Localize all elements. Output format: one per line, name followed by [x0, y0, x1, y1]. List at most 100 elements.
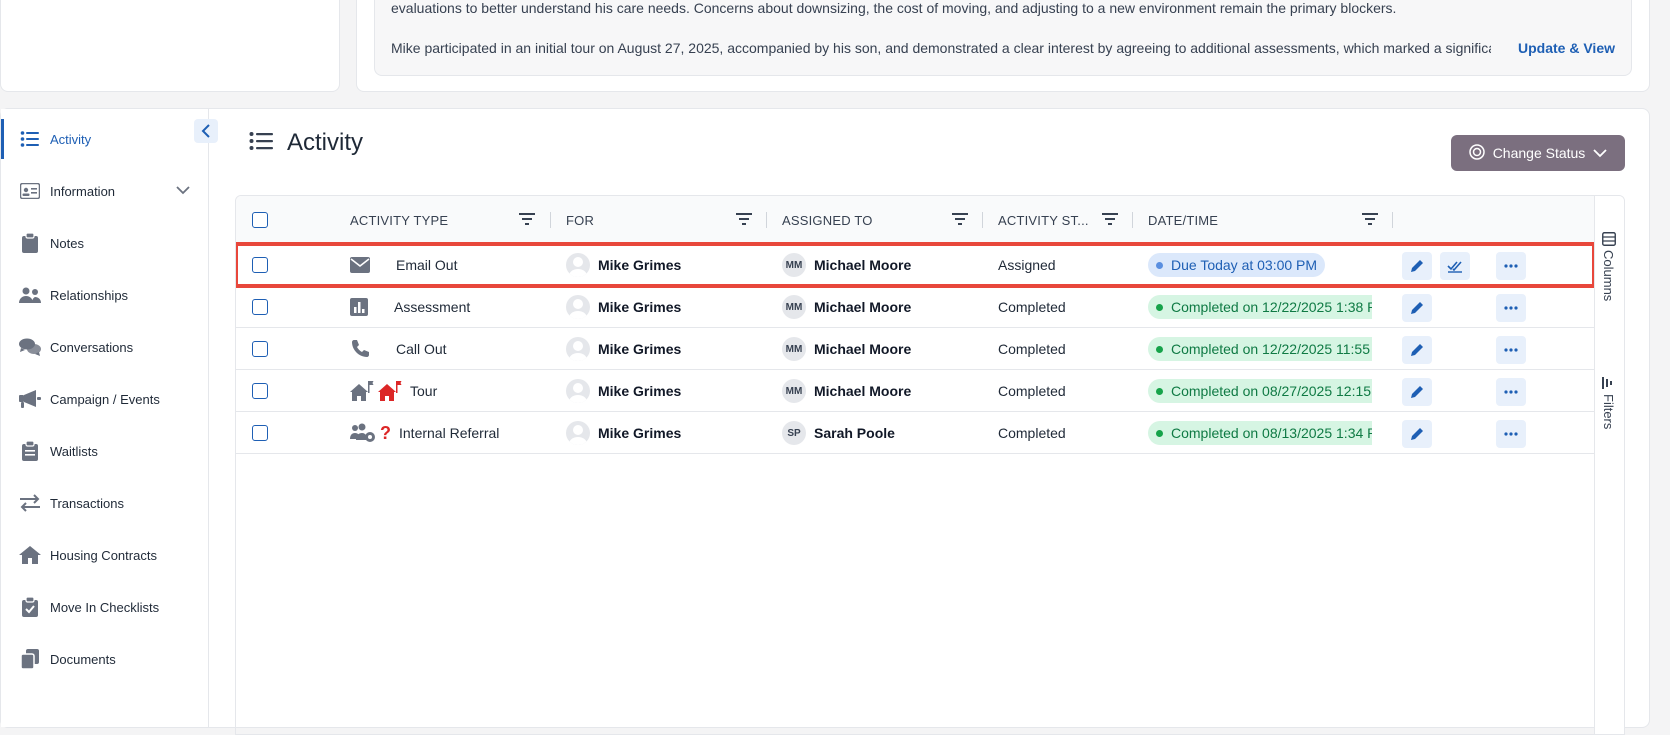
column-header-activity-status[interactable]: ACTIVITY ST... [998, 196, 1089, 244]
sidebar-item-label: Waitlists [50, 443, 98, 459]
column-header-for[interactable]: FOR [566, 196, 594, 244]
sidebar-item-campaign-events[interactable]: Campaign / Events [1, 379, 208, 419]
list-icon [19, 128, 41, 150]
filters-panel-button[interactable]: Filters [1601, 376, 1616, 429]
assigned-to-cell[interactable]: MM Michael Moore [782, 286, 911, 328]
table-row[interactable]: Assessment Mike Grimes MM Michael Moore … [236, 286, 1594, 328]
avatar: MM [782, 337, 806, 361]
for-cell[interactable]: Mike Grimes [566, 286, 681, 328]
status-badge: Completed on 12/22/2025 1:38 PM [1148, 295, 1372, 319]
table-row[interactable]: ? Internal Referral Mike Grimes SP Sarah… [236, 412, 1594, 454]
more-options-button[interactable] [1496, 252, 1526, 280]
row-checkbox[interactable] [252, 299, 268, 315]
more-options-button[interactable] [1496, 294, 1526, 322]
assigned-to-cell[interactable]: MM Michael Moore [782, 328, 911, 370]
table-row[interactable]: Call Out Mike Grimes MM Michael Moore Co… [236, 328, 1594, 370]
sidebar-item-documents[interactable]: Documents [1, 639, 208, 679]
ellipsis-icon [1504, 432, 1518, 436]
chevron-down-icon[interactable] [176, 183, 190, 198]
table-row[interactable]: Tour Mike Grimes MM Michael Moore Comple… [236, 370, 1594, 412]
update-view-link[interactable]: Update & View [1516, 40, 1615, 56]
sidebar-item-conversations[interactable]: Conversations [1, 327, 208, 367]
column-header-assigned-to[interactable]: ASSIGNED TO [782, 196, 873, 244]
activity-status-cell: Completed [998, 383, 1066, 399]
users-gear-icon [350, 423, 376, 443]
page-header: Activity [249, 129, 363, 157]
column-header-activity-type[interactable]: ACTIVITY TYPE [350, 196, 448, 244]
house-flag-icon [378, 381, 402, 401]
sidebar-item-label: Housing Contracts [50, 547, 157, 563]
sidebar-item-waitlists[interactable]: Waitlists [1, 431, 208, 471]
filter-icon[interactable] [1102, 212, 1118, 226]
activity-type-label: Tour [410, 383, 438, 399]
activity-status-cell: Completed [998, 299, 1066, 315]
column-divider[interactable] [550, 212, 551, 228]
clipboard-icon [19, 232, 41, 254]
sidebar-item-move-in-checklists[interactable]: Move In Checklists [1, 587, 208, 627]
pencil-icon [1411, 344, 1423, 356]
column-divider[interactable] [982, 212, 983, 228]
more-options-button[interactable] [1496, 336, 1526, 364]
filter-icon[interactable] [952, 212, 968, 226]
columns-panel-button[interactable]: Columns [1601, 232, 1616, 301]
date-text: Completed on 08/27/2025 12:15 AM [1171, 383, 1372, 399]
edit-button[interactable] [1402, 294, 1432, 322]
activity-status-cell: Completed [998, 341, 1066, 357]
assigned-to-cell[interactable]: SP Sarah Poole [782, 412, 895, 454]
filter-icon[interactable] [1362, 212, 1378, 226]
pencil-icon [1411, 386, 1423, 398]
activity-type-cell: Assessment [350, 286, 470, 328]
column-divider[interactable] [1392, 212, 1393, 228]
date-time-cell: Completed on 08/27/2025 12:15 AM [1148, 370, 1372, 412]
edit-button[interactable] [1402, 336, 1432, 364]
summary-box: evaluations to better understand his car… [374, 0, 1632, 76]
house-icon [19, 544, 41, 566]
column-header-date-time[interactable]: DATE/TIME [1148, 196, 1218, 244]
table-row[interactable]: Email Out Mike Grimes MM Michael Moore A… [236, 242, 1596, 288]
change-status-button[interactable]: Change Status [1451, 135, 1625, 171]
list-icon [249, 131, 273, 156]
row-checkbox[interactable] [252, 425, 268, 441]
activity-grid: ACTIVITY TYPE FOR ASSIGNED TO ACTIVITY S… [235, 195, 1625, 735]
for-name: Mike Grimes [598, 299, 682, 315]
summary-text-line-2: Mike participated in an initial tour on … [391, 40, 1491, 56]
for-cell[interactable]: Mike Grimes [566, 370, 681, 412]
assigned-to-cell[interactable]: MM Michael Moore [782, 244, 911, 286]
status-dot [1156, 303, 1163, 311]
sidebar-item-relationships[interactable]: Relationships [1, 275, 208, 315]
more-options-button[interactable] [1496, 378, 1526, 406]
pencil-icon [1411, 302, 1423, 314]
activity-status-cell: Assigned [998, 257, 1056, 273]
column-divider[interactable] [1132, 212, 1133, 228]
sidebar-item-transactions[interactable]: Transactions [1, 483, 208, 523]
for-cell[interactable]: Mike Grimes [566, 412, 681, 454]
chevron-down-icon [1593, 145, 1607, 161]
for-cell[interactable]: Mike Grimes [566, 328, 681, 370]
for-name: Mike Grimes [598, 257, 682, 273]
column-divider[interactable] [766, 212, 767, 228]
grid-side-rail: Columns Filters [1594, 196, 1624, 734]
sidebar-item-activity[interactable]: Activity [1, 119, 208, 159]
edit-button[interactable] [1402, 420, 1432, 448]
filter-icon[interactable] [519, 212, 535, 226]
sidebar-item-information[interactable]: Information [1, 171, 208, 211]
filter-icon [1601, 377, 1612, 389]
sidebar-item-notes[interactable]: Notes [1, 223, 208, 263]
more-options-button[interactable] [1496, 420, 1526, 448]
assigned-to-cell[interactable]: MM Michael Moore [782, 370, 911, 412]
assigned-name: Michael Moore [814, 341, 912, 357]
status-badge: Completed on 12/22/2025 11:55 AM [1148, 337, 1372, 361]
edit-button[interactable] [1402, 378, 1432, 406]
sidebar-item-label: Notes [50, 235, 84, 251]
row-checkbox[interactable] [252, 383, 268, 399]
filter-icon[interactable] [736, 212, 752, 226]
row-checkbox[interactable] [252, 257, 268, 273]
select-all-checkbox[interactable] [252, 212, 268, 228]
activity-type-label: Email Out [396, 257, 458, 273]
sidebar-item-housing-contracts[interactable]: Housing Contracts [1, 535, 208, 575]
row-checkbox[interactable] [252, 341, 268, 357]
avatar: MM [782, 253, 806, 277]
for-cell[interactable]: Mike Grimes [566, 244, 681, 286]
complete-button[interactable] [1440, 252, 1470, 280]
edit-button[interactable] [1402, 252, 1432, 280]
